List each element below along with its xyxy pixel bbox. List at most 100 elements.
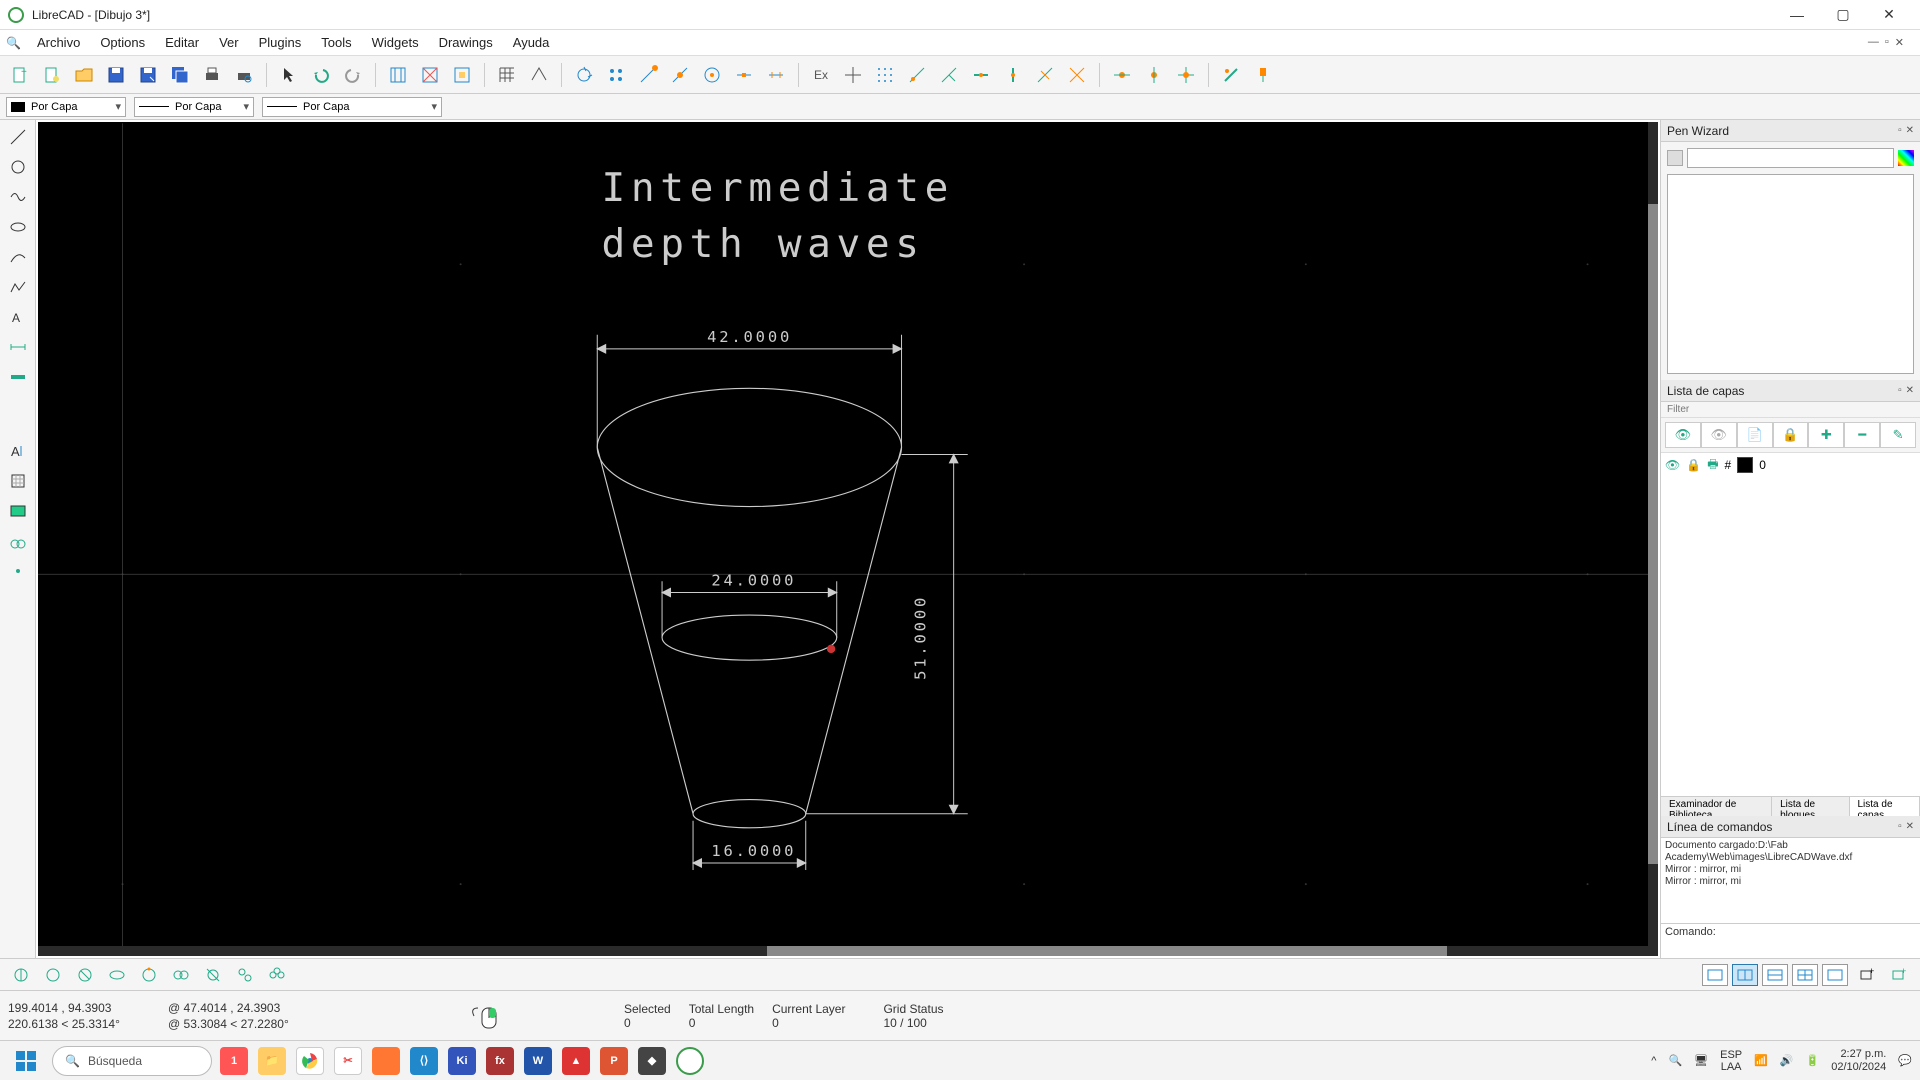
canvas-scrollbar-vertical[interactable] bbox=[1648, 122, 1658, 946]
extend-button[interactable] bbox=[1249, 61, 1277, 89]
spline-tool[interactable] bbox=[4, 244, 32, 270]
menu-tools[interactable]: Tools bbox=[311, 33, 361, 52]
layers-header[interactable]: Lista de capas ▫✕ bbox=[1661, 380, 1920, 402]
taskbar-inkscape[interactable]: ◆ bbox=[638, 1047, 666, 1075]
zoom-selection-button[interactable] bbox=[448, 61, 476, 89]
circle-btn-5[interactable] bbox=[136, 962, 162, 988]
cmd-header[interactable]: Línea de comandos ▫✕ bbox=[1661, 816, 1920, 838]
eye-icon[interactable]: 👁 bbox=[1665, 458, 1680, 472]
zoom-extents-button[interactable] bbox=[416, 61, 444, 89]
taskbar-app-orange[interactable] bbox=[372, 1047, 400, 1075]
taskbar-app-1[interactable]: 1 bbox=[220, 1047, 248, 1075]
tray-notifications-icon[interactable]: 💬 bbox=[1898, 1054, 1912, 1067]
penmode-icon[interactable] bbox=[1667, 150, 1683, 166]
dimension-tool[interactable] bbox=[4, 334, 32, 360]
tab-view-4[interactable] bbox=[1792, 964, 1818, 986]
show-all-layers-button[interactable]: 👁 bbox=[1665, 422, 1701, 448]
tray-battery-icon[interactable]: 🔋 bbox=[1806, 1054, 1820, 1067]
freeze-layers-button[interactable]: 📄 bbox=[1737, 422, 1773, 448]
pen-select[interactable] bbox=[1687, 148, 1894, 168]
tab-library[interactable]: Examinador de Biblioteca bbox=[1661, 797, 1772, 816]
lock-relative-button[interactable] bbox=[1140, 61, 1168, 89]
circle-btn-9[interactable] bbox=[264, 962, 290, 988]
snap-distance-button[interactable] bbox=[762, 61, 790, 89]
polyline-tool[interactable] bbox=[4, 274, 32, 300]
menu-drawings[interactable]: Drawings bbox=[429, 33, 503, 52]
new-template-button[interactable] bbox=[38, 61, 66, 89]
restrict-ortho-button[interactable] bbox=[935, 61, 963, 89]
ex-button[interactable]: Ex bbox=[807, 61, 835, 89]
tab-blocks[interactable]: Lista de bloques bbox=[1772, 797, 1849, 816]
penwizard-header[interactable]: Pen Wizard ▫✕ bbox=[1661, 120, 1920, 142]
dock-icon[interactable]: ▫ bbox=[1898, 821, 1902, 832]
close-panel-icon[interactable]: ✕ bbox=[1906, 385, 1914, 396]
remove-layer-button[interactable]: ━ bbox=[1844, 422, 1880, 448]
tray-clock[interactable]: 2:27 p.m.02/10/2024 bbox=[1831, 1048, 1886, 1074]
dock-icon[interactable]: ▫ bbox=[1898, 125, 1902, 136]
mtext-tool[interactable]: A bbox=[4, 438, 32, 464]
magnify-icon[interactable]: 🔍 bbox=[6, 36, 21, 50]
snap-grid-button[interactable] bbox=[602, 61, 630, 89]
taskbar-powerpoint[interactable]: P bbox=[600, 1047, 628, 1075]
taskbar-app-fx[interactable]: fx bbox=[486, 1047, 514, 1075]
taskbar-explorer[interactable]: 📁 bbox=[258, 1047, 286, 1075]
tray-language[interactable]: ESPLAA bbox=[1720, 1049, 1742, 1073]
start-button[interactable] bbox=[8, 1045, 44, 1077]
remove-tab-button[interactable]: + bbox=[1886, 962, 1912, 988]
hatch-tool[interactable] bbox=[4, 468, 32, 494]
redo-button[interactable] bbox=[339, 61, 367, 89]
tab-view-1[interactable] bbox=[1702, 964, 1728, 986]
measure-tool[interactable] bbox=[4, 364, 32, 390]
add-tab-button[interactable]: + bbox=[1854, 962, 1880, 988]
circle-btn-4[interactable] bbox=[104, 962, 130, 988]
tray-chevron-icon[interactable]: ^ bbox=[1651, 1055, 1656, 1067]
tray-volume-icon[interactable]: 🔊 bbox=[1780, 1054, 1794, 1067]
taskbar-word[interactable]: W bbox=[524, 1047, 552, 1075]
modify-move-button[interactable] bbox=[1031, 61, 1059, 89]
menu-options[interactable]: Options bbox=[90, 33, 155, 52]
taskbar-kicad[interactable]: Ki bbox=[448, 1047, 476, 1075]
menu-archivo[interactable]: Archivo bbox=[27, 33, 90, 52]
saveas-button[interactable] bbox=[134, 61, 162, 89]
lock-icon[interactable]: 🔒 bbox=[1686, 458, 1701, 472]
taskbar-vscode[interactable]: ⟨⟩ bbox=[410, 1047, 438, 1075]
snap-dots-button[interactable] bbox=[871, 61, 899, 89]
maximize-button[interactable]: ▢ bbox=[1820, 0, 1866, 30]
tab-view-5[interactable] bbox=[1822, 964, 1848, 986]
snap-center-button[interactable] bbox=[698, 61, 726, 89]
lock-layers-button[interactable]: 🔒 bbox=[1773, 422, 1809, 448]
text-tool[interactable]: A bbox=[4, 304, 32, 330]
grid-button[interactable] bbox=[493, 61, 521, 89]
tab-layers[interactable]: Lista de capas bbox=[1850, 797, 1920, 816]
color-combo[interactable]: Por Capa▾ bbox=[6, 97, 126, 117]
mdi-restore-button[interactable]: ▫ bbox=[1885, 36, 1889, 49]
modify-rotate-button[interactable] bbox=[1063, 61, 1091, 89]
relative-zero-button[interactable] bbox=[1108, 61, 1136, 89]
add-layer-button[interactable]: ✚ bbox=[1808, 422, 1844, 448]
ellipse-tool[interactable] bbox=[4, 214, 32, 240]
width-combo[interactable]: Por Capa▾ bbox=[134, 97, 254, 117]
taskbar-chrome[interactable] bbox=[296, 1047, 324, 1075]
layer-color-swatch[interactable] bbox=[1737, 457, 1753, 473]
new-button[interactable]: + bbox=[6, 61, 34, 89]
circle-btn-6[interactable] bbox=[168, 962, 194, 988]
image-tool[interactable] bbox=[4, 498, 32, 524]
set-relative-button[interactable] bbox=[1172, 61, 1200, 89]
undo-button[interactable] bbox=[307, 61, 335, 89]
snap-middle-button[interactable] bbox=[730, 61, 758, 89]
layer-row-0[interactable]: 👁 🔒 🖶 # 0 bbox=[1661, 453, 1920, 477]
taskbar-search[interactable]: 🔍 Búsqueda bbox=[52, 1046, 212, 1076]
block-tool[interactable] bbox=[4, 528, 32, 554]
color-swatch-button[interactable] bbox=[1898, 150, 1914, 166]
menu-ver[interactable]: Ver bbox=[209, 33, 249, 52]
menu-plugins[interactable]: Plugins bbox=[249, 33, 312, 52]
saveall-button[interactable] bbox=[166, 61, 194, 89]
tray-usb-icon[interactable]: 🖥 bbox=[1694, 1054, 1708, 1067]
pointer-button[interactable] bbox=[275, 61, 303, 89]
circle-btn-7[interactable] bbox=[200, 962, 226, 988]
close-button[interactable]: ✕ bbox=[1866, 0, 1912, 30]
minimize-button[interactable]: — bbox=[1774, 0, 1820, 30]
construction-icon[interactable]: # bbox=[1725, 458, 1732, 472]
circle-btn-3[interactable] bbox=[72, 962, 98, 988]
menu-widgets[interactable]: Widgets bbox=[362, 33, 429, 52]
